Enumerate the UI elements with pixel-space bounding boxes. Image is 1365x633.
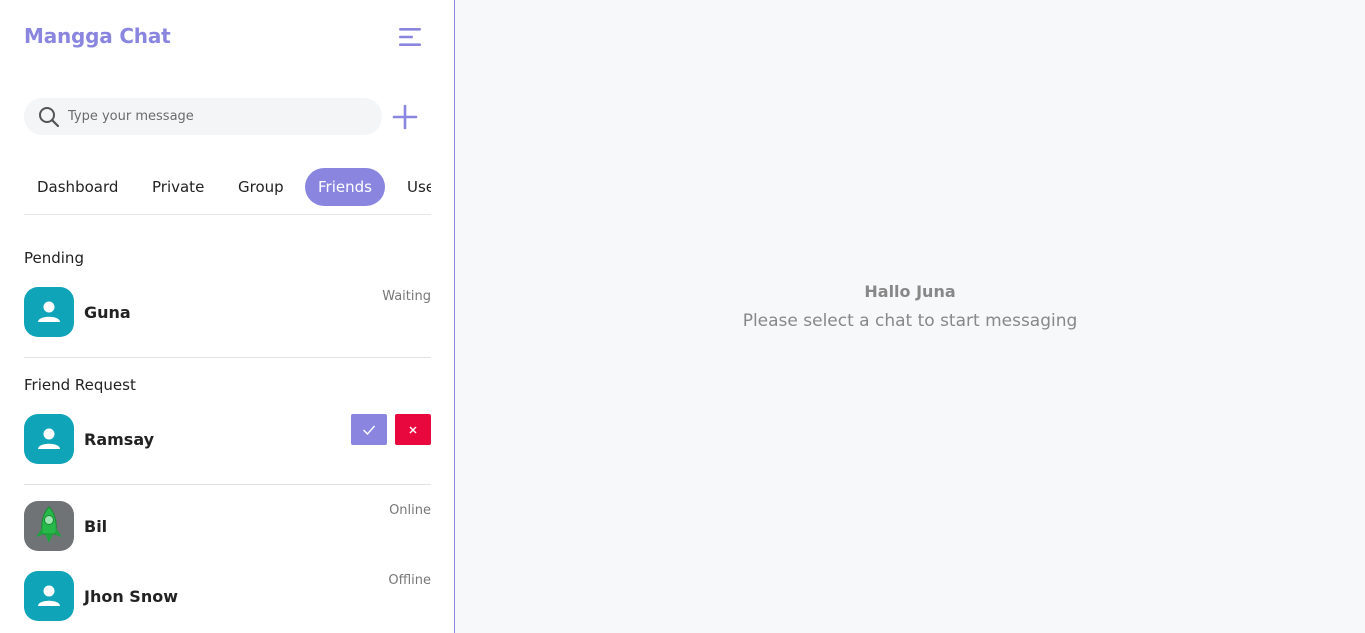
divider (24, 484, 431, 485)
welcome-message: Hallo Juna Please select a chat to start… (455, 282, 1365, 331)
x-icon (409, 426, 417, 433)
tab-group[interactable]: Group (225, 168, 297, 206)
list-item[interactable]: Ramsay (24, 414, 431, 464)
rocket-avatar-icon (36, 506, 62, 543)
contact-name: Ramsay (84, 430, 155, 449)
contact-name: Jhon Snow (84, 587, 178, 606)
contact-name: Guna (84, 303, 131, 322)
plus-icon (392, 104, 418, 130)
pending-section-title: Pending (24, 249, 84, 267)
greeting-text: Hallo Juna (864, 282, 956, 301)
list-item[interactable]: Jhon Snow Offline (24, 571, 431, 621)
search-input[interactable] (68, 98, 368, 135)
avatar (24, 287, 74, 337)
tab-private[interactable]: Private (139, 168, 217, 206)
avatar (24, 414, 74, 464)
menu-button[interactable] (396, 24, 424, 50)
hint-text: Please select a chat to start messaging (742, 311, 1078, 331)
list-item[interactable]: Bil Online (24, 501, 431, 551)
list-item[interactable]: Guna Waiting (24, 287, 431, 337)
avatar (24, 501, 74, 551)
main-panel: Hallo Juna Please select a chat to start… (455, 0, 1365, 633)
reject-button[interactable] (395, 414, 431, 445)
status-text: Offline (388, 573, 431, 588)
friend-request-section-title: Friend Request (24, 376, 136, 394)
user-icon (38, 585, 60, 606)
status-text: Online (389, 503, 431, 518)
contact-name: Bil (84, 517, 108, 536)
search-icon (39, 107, 60, 128)
accept-button[interactable] (351, 414, 387, 445)
hamburger-icon (399, 28, 421, 46)
tab-users[interactable]: Use (394, 168, 431, 206)
user-icon (38, 301, 60, 322)
tab-bar: Dashboard Private Group Friends Use (24, 168, 431, 215)
user-icon (38, 428, 60, 449)
add-button[interactable] (392, 104, 418, 130)
status-text: Waiting (382, 289, 431, 304)
check-icon (363, 425, 376, 435)
app-title: Mangga Chat (24, 24, 171, 48)
avatar (24, 571, 74, 621)
tab-dashboard[interactable]: Dashboard (24, 168, 131, 206)
sidebar: Mangga Chat Dashboard Private G (0, 0, 455, 633)
tab-friends[interactable]: Friends (305, 168, 385, 206)
divider (24, 357, 431, 358)
search-bar (24, 98, 382, 135)
chat-app: Mangga Chat Dashboard Private G (0, 0, 1365, 633)
